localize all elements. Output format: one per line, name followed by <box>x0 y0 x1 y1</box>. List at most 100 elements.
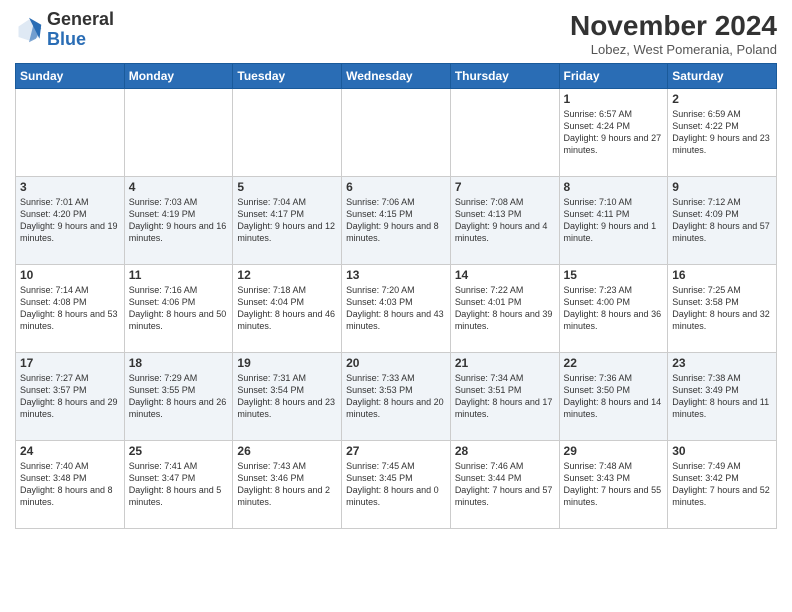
weekday-wednesday: Wednesday <box>342 64 451 89</box>
calendar-cell: 6 Sunrise: 7:06 AM Sunset: 4:15 PM Daylig… <box>342 177 451 265</box>
day-info: Sunrise: 7:18 AM Sunset: 4:04 PM Dayligh… <box>237 284 337 333</box>
week-row-4: 17 Sunrise: 7:27 AM Sunset: 3:57 PM Dayli… <box>16 353 777 441</box>
day-number: 26 <box>237 444 337 458</box>
day-info: Sunrise: 7:20 AM Sunset: 4:03 PM Dayligh… <box>346 284 446 333</box>
day-info: Sunrise: 7:03 AM Sunset: 4:19 PM Dayligh… <box>129 196 229 245</box>
calendar-cell: 18Sunrise: 7:29 AM Sunset: 3:55 PM Dayli… <box>124 353 233 441</box>
calendar-cell: 11 Sunrise: 7:16 AM Sunset: 4:06 PM Dayli… <box>124 265 233 353</box>
day-number: 11 <box>129 268 229 282</box>
day-info: Sunrise: 6:57 AM Sunset: 4:24 PM Dayligh… <box>564 108 664 157</box>
day-number: 8 <box>564 180 664 194</box>
day-info: Sunrise: 7:27 AM Sunset: 3:57 PM Dayligh… <box>20 372 120 421</box>
calendar-cell: 26Sunrise: 7:43 AM Sunset: 3:46 PM Dayli… <box>233 441 342 529</box>
calendar-cell: 2Sunrise: 6:59 AM Sunset: 4:22 PM Daylig… <box>668 89 777 177</box>
calendar-cell <box>124 89 233 177</box>
day-number: 28 <box>455 444 555 458</box>
location: Lobez, West Pomerania, Poland <box>570 42 777 57</box>
day-info: Sunrise: 7:16 AM Sunset: 4:06 PM Dayligh… <box>129 284 229 333</box>
calendar-cell: 28 Sunrise: 7:46 AM Sunset: 3:44 PM Dayli… <box>450 441 559 529</box>
day-number: 20 <box>346 356 446 370</box>
logo-general: General <box>47 10 114 30</box>
calendar-cell: 1 Sunrise: 6:57 AM Sunset: 4:24 PM Daylig… <box>559 89 668 177</box>
logo-text: General Blue <box>47 10 114 50</box>
day-info: Sunrise: 7:36 AM Sunset: 3:50 PM Dayligh… <box>564 372 664 421</box>
day-info: Sunrise: 7:49 AM Sunset: 3:42 PM Dayligh… <box>672 460 772 509</box>
day-number: 15 <box>564 268 664 282</box>
calendar-cell: 7 Sunrise: 7:08 AM Sunset: 4:13 PM Daylig… <box>450 177 559 265</box>
day-number: 22 <box>564 356 664 370</box>
day-number: 12 <box>237 268 337 282</box>
day-number: 7 <box>455 180 555 194</box>
calendar-cell: 12 Sunrise: 7:18 AM Sunset: 4:04 PM Dayli… <box>233 265 342 353</box>
weekday-friday: Friday <box>559 64 668 89</box>
page: General Blue November 2024 Lobez, West P… <box>0 0 792 612</box>
day-info: Sunrise: 7:22 AM Sunset: 4:01 PM Dayligh… <box>455 284 555 333</box>
day-number: 14 <box>455 268 555 282</box>
calendar-table: SundayMondayTuesdayWednesdayThursdayFrid… <box>15 63 777 529</box>
day-info: Sunrise: 7:23 AM Sunset: 4:00 PM Dayligh… <box>564 284 664 333</box>
calendar-cell: 29 Sunrise: 7:48 AM Sunset: 3:43 PM Dayli… <box>559 441 668 529</box>
day-number: 13 <box>346 268 446 282</box>
day-info: Sunrise: 7:25 AM Sunset: 3:58 PM Dayligh… <box>672 284 772 333</box>
day-number: 1 <box>564 92 664 106</box>
calendar-cell: 9 Sunrise: 7:12 AM Sunset: 4:09 PM Daylig… <box>668 177 777 265</box>
header: General Blue November 2024 Lobez, West P… <box>15 10 777 57</box>
day-info: Sunrise: 7:48 AM Sunset: 3:43 PM Dayligh… <box>564 460 664 509</box>
calendar-cell <box>233 89 342 177</box>
day-info: Sunrise: 7:06 AM Sunset: 4:15 PM Dayligh… <box>346 196 446 245</box>
calendar-cell: 4Sunrise: 7:03 AM Sunset: 4:19 PM Daylig… <box>124 177 233 265</box>
week-row-1: 1 Sunrise: 6:57 AM Sunset: 4:24 PM Daylig… <box>16 89 777 177</box>
day-info: Sunrise: 7:40 AM Sunset: 3:48 PM Dayligh… <box>20 460 120 509</box>
day-info: Sunrise: 7:34 AM Sunset: 3:51 PM Dayligh… <box>455 372 555 421</box>
week-row-3: 10 Sunrise: 7:14 AM Sunset: 4:08 PM Dayli… <box>16 265 777 353</box>
day-number: 3 <box>20 180 120 194</box>
calendar-cell <box>342 89 451 177</box>
day-info: Sunrise: 7:38 AM Sunset: 3:49 PM Dayligh… <box>672 372 772 421</box>
calendar-cell: 16 Sunrise: 7:25 AM Sunset: 3:58 PM Dayli… <box>668 265 777 353</box>
day-number: 27 <box>346 444 446 458</box>
day-number: 21 <box>455 356 555 370</box>
day-number: 18 <box>129 356 229 370</box>
calendar-cell: 23 Sunrise: 7:38 AM Sunset: 3:49 PM Dayli… <box>668 353 777 441</box>
calendar-cell: 15 Sunrise: 7:23 AM Sunset: 4:00 PM Dayli… <box>559 265 668 353</box>
calendar-cell: 24Sunrise: 7:40 AM Sunset: 3:48 PM Dayli… <box>16 441 125 529</box>
day-info: Sunrise: 7:33 AM Sunset: 3:53 PM Dayligh… <box>346 372 446 421</box>
logo: General Blue <box>15 10 114 50</box>
day-info: Sunrise: 7:45 AM Sunset: 3:45 PM Dayligh… <box>346 460 446 509</box>
calendar-cell: 3Sunrise: 7:01 AM Sunset: 4:20 PM Daylig… <box>16 177 125 265</box>
calendar-cell: 19 Sunrise: 7:31 AM Sunset: 3:54 PM Dayli… <box>233 353 342 441</box>
weekday-saturday: Saturday <box>668 64 777 89</box>
week-row-2: 3Sunrise: 7:01 AM Sunset: 4:20 PM Daylig… <box>16 177 777 265</box>
day-info: Sunrise: 7:08 AM Sunset: 4:13 PM Dayligh… <box>455 196 555 245</box>
calendar-cell: 21 Sunrise: 7:34 AM Sunset: 3:51 PM Dayli… <box>450 353 559 441</box>
day-number: 17 <box>20 356 120 370</box>
calendar-cell <box>450 89 559 177</box>
weekday-monday: Monday <box>124 64 233 89</box>
day-info: Sunrise: 7:46 AM Sunset: 3:44 PM Dayligh… <box>455 460 555 509</box>
day-number: 16 <box>672 268 772 282</box>
day-info: Sunrise: 7:14 AM Sunset: 4:08 PM Dayligh… <box>20 284 120 333</box>
calendar-cell: 20 Sunrise: 7:33 AM Sunset: 3:53 PM Dayli… <box>342 353 451 441</box>
day-number: 25 <box>129 444 229 458</box>
calendar-cell: 22 Sunrise: 7:36 AM Sunset: 3:50 PM Dayli… <box>559 353 668 441</box>
calendar-body: 1 Sunrise: 6:57 AM Sunset: 4:24 PM Daylig… <box>16 89 777 529</box>
day-info: Sunrise: 7:04 AM Sunset: 4:17 PM Dayligh… <box>237 196 337 245</box>
day-number: 29 <box>564 444 664 458</box>
day-info: Sunrise: 7:12 AM Sunset: 4:09 PM Dayligh… <box>672 196 772 245</box>
day-number: 19 <box>237 356 337 370</box>
calendar-cell: 17 Sunrise: 7:27 AM Sunset: 3:57 PM Dayli… <box>16 353 125 441</box>
day-info: Sunrise: 7:31 AM Sunset: 3:54 PM Dayligh… <box>237 372 337 421</box>
day-number: 2 <box>672 92 772 106</box>
calendar-cell: 14 Sunrise: 7:22 AM Sunset: 4:01 PM Dayli… <box>450 265 559 353</box>
day-number: 9 <box>672 180 772 194</box>
day-info: Sunrise: 7:10 AM Sunset: 4:11 PM Dayligh… <box>564 196 664 245</box>
weekday-thursday: Thursday <box>450 64 559 89</box>
day-number: 6 <box>346 180 446 194</box>
calendar-cell: 13 Sunrise: 7:20 AM Sunset: 4:03 PM Dayli… <box>342 265 451 353</box>
calendar-header: SundayMondayTuesdayWednesdayThursdayFrid… <box>16 64 777 89</box>
day-number: 10 <box>20 268 120 282</box>
calendar-cell: 30Sunrise: 7:49 AM Sunset: 3:42 PM Dayli… <box>668 441 777 529</box>
day-number: 23 <box>672 356 772 370</box>
title-block: November 2024 Lobez, West Pomerania, Pol… <box>570 10 777 57</box>
calendar-cell: 27 Sunrise: 7:45 AM Sunset: 3:45 PM Dayli… <box>342 441 451 529</box>
